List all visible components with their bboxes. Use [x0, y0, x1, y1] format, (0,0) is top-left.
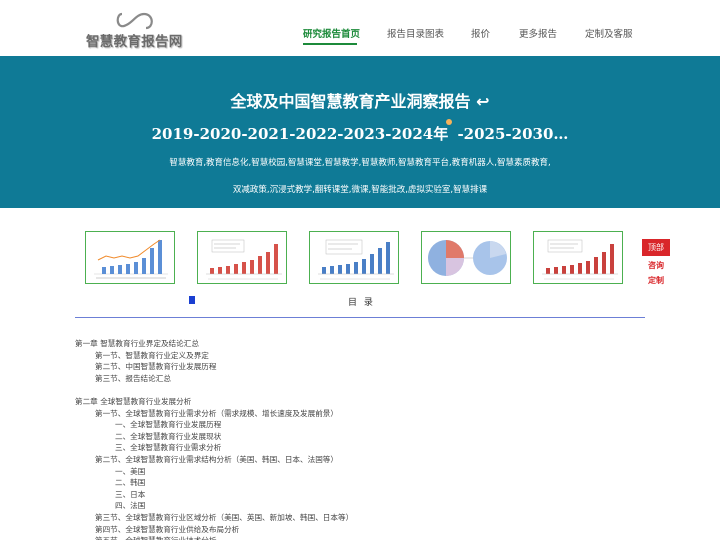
- toc-subsection: 二、韩国: [115, 478, 146, 488]
- side-float-panel: 顶部 咨询 定制: [642, 239, 670, 286]
- bar-line-chart-icon: [94, 239, 168, 279]
- nav-more-reports[interactable]: 更多报告: [519, 26, 557, 40]
- toc-chapter: 第二章 全球智慧教育行业发展分析: [75, 396, 192, 406]
- toc-marker-icon: [189, 296, 195, 304]
- pie-chart-icon: [428, 240, 507, 276]
- toc-section: 第四节、全球智慧教育行业供给及布局分析: [95, 524, 240, 534]
- chart-thumbnail-4[interactable]: [421, 231, 511, 284]
- bar-chart-icon: [206, 239, 282, 280]
- chart-thumbnail-2[interactable]: [197, 231, 287, 284]
- table-of-contents: 第一章 智慧教育行业界定及结论汇总第一节、智慧教育行业定义及界定 第二节、中国智慧…: [75, 338, 645, 540]
- logo-text: 智慧教育报告网: [86, 34, 183, 50]
- nav-home[interactable]: 研究报告首页: [303, 26, 360, 40]
- toc-subsection: 二、全球智慧教育行业发展现状: [115, 431, 222, 441]
- chart-thumbnail-1[interactable]: [85, 231, 175, 284]
- chart-thumbnail-3[interactable]: [309, 231, 399, 284]
- toc-section: 第二节、全球智慧教育行业需求结构分析（美国、韩国、日本、法国等）: [95, 454, 338, 464]
- logo-infinity-icon: [116, 12, 153, 30]
- consult-link[interactable]: 咨询: [642, 260, 670, 271]
- toc-spacer: [75, 384, 645, 396]
- report-title: 全球及中国智慧教育产业洞察报告 ↩: [230, 92, 490, 111]
- bar-chart-icon: [318, 239, 394, 280]
- hero-banner: 全球及中国智慧教育产业洞察报告 ↩ 2019-2020-2021-2022-20…: [0, 56, 720, 208]
- nav-custom-service[interactable]: 定制及客服: [585, 26, 633, 40]
- toc-section: 第二节、中国智慧教育行业发展历程: [95, 362, 217, 372]
- toc-section: 第五节、全球智慧教育行业技术分析: [75, 535, 645, 540]
- toc-chapter: 第一章 智慧教育行业界定及结论汇总: [75, 339, 199, 348]
- back-to-top-button[interactable]: 顶部: [642, 239, 670, 256]
- keywords-line-1: 智慧教育,教育信息化,智慧校园,智慧课堂,智慧教学,智慧教师,智慧教育平台,教育…: [169, 158, 551, 168]
- toc-heading: 目 录: [348, 298, 375, 308]
- nav-pricing[interactable]: 报价: [471, 26, 490, 40]
- toc-subsection: 三、全球智慧教育行业需求分析: [115, 443, 222, 453]
- nav-toc-charts[interactable]: 报告目录图表: [387, 26, 444, 40]
- toc-divider: [75, 317, 645, 318]
- toc-section: 第一节、智慧教育行业定义及界定: [95, 350, 209, 360]
- nav-active-underline: [303, 43, 357, 45]
- toc-section: 第三节、报告结论汇总: [95, 373, 171, 383]
- bar-chart-icon: [542, 239, 618, 280]
- toc-section: 第三节、全球智慧教育行业区域分析（美国、英国、新加坡、韩国、日本等）: [95, 512, 354, 522]
- toc-subsection: 一、美国: [115, 466, 146, 476]
- site-header: 智慧教育报告网 研究报告首页 报告目录图表 报价 更多报告 定制及客服: [0, 0, 720, 56]
- report-years: 2019-2020-2021-2022-2023-2024年 -2025-203…: [0, 119, 720, 144]
- site-logo[interactable]: 智慧教育报告网: [84, 10, 194, 50]
- toc-subsection: 三、日本: [115, 489, 146, 499]
- chart-thumbnail-5[interactable]: [533, 231, 623, 284]
- report-years-part1: 2019-2020-2021-2022-2023-2024年: [151, 125, 449, 143]
- toc-subsection: 四、法国: [115, 501, 146, 511]
- toc-subsection: 一、全球智慧教育行业发展历程: [115, 420, 222, 430]
- custom-link[interactable]: 定制: [642, 275, 670, 286]
- toc-section: 第一节、全球智慧教育行业需求分析（需求规模、增长速度及发展前景）: [95, 408, 338, 418]
- report-years-part2: -2025-2030…: [452, 125, 569, 143]
- keywords-line-2: 双减政策,沉浸式教学,翻转课堂,微课,智能批改,虚拟实验室,智慧排课: [232, 185, 488, 195]
